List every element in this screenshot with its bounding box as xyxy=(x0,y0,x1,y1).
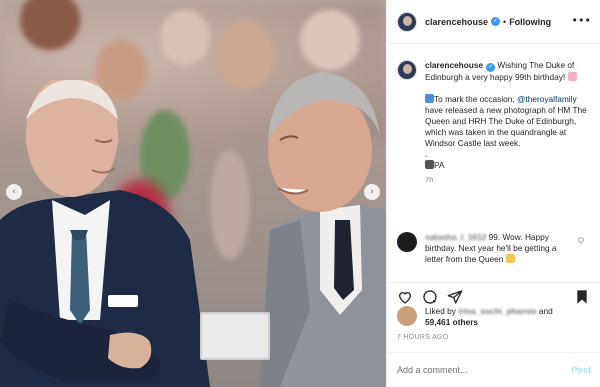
previous-photo-button[interactable]: ‹ xyxy=(6,184,22,200)
next-photo-button[interactable]: › xyxy=(364,184,380,200)
header-separator: • xyxy=(503,16,507,27)
caption-dot: . xyxy=(425,149,428,159)
party-emoji-icon xyxy=(505,254,515,263)
post-header: clarencehouse ✓ • Following ••• xyxy=(387,0,600,44)
caption-avatar[interactable] xyxy=(397,60,417,80)
photo-credit: PA xyxy=(434,160,445,170)
instagram-post: ‹ › clarencehouse ✓ • Following ••• clar… xyxy=(0,0,600,387)
commenter-avatar[interactable] xyxy=(397,232,417,252)
camera-emoji-icon xyxy=(425,94,434,103)
add-comment-input[interactable] xyxy=(397,365,547,375)
more-options-icon[interactable]: ••• xyxy=(572,14,591,27)
commenter-username[interactable]: natasha_l_1612 xyxy=(425,232,486,242)
caption-username[interactable]: clarencehouse xyxy=(425,60,483,70)
share-paper-plane-icon[interactable] xyxy=(447,289,465,307)
likes-middle: and xyxy=(536,306,553,316)
avatar[interactable] xyxy=(397,11,417,32)
like-comment-heart-icon[interactable] xyxy=(577,236,585,244)
post-caption: clarencehouse ✓ Wishing The Duke of Edinb… xyxy=(397,60,593,184)
liked-by-prefix: Liked by xyxy=(425,306,459,316)
person-right-illustration xyxy=(260,72,386,387)
caption-body-prefix: To mark the occasion, xyxy=(434,94,518,104)
liker-username[interactable]: irina_sochi_pharnie xyxy=(458,306,536,316)
caption-body-suffix: have released a new photograph of HM The… xyxy=(425,105,587,148)
post-timestamp: 7 HOURS AGO xyxy=(397,334,449,341)
likes-count[interactable]: 59,461 others xyxy=(425,317,478,327)
chevron-left-icon: ‹ xyxy=(12,187,16,197)
likes-summary: Liked by irina_sochi_pharnie and 59,461 … xyxy=(397,306,553,328)
bench xyxy=(200,312,270,360)
mention-link[interactable]: @theroyalfamily xyxy=(517,94,577,104)
save-bookmark-icon[interactable] xyxy=(575,289,593,307)
person-left-illustration xyxy=(0,80,210,387)
comment: natasha_l_1612 99. Wow. Happy birthday. … xyxy=(397,232,593,265)
post-photo[interactable]: ‹ › xyxy=(0,0,386,387)
add-comment-bar: Post xyxy=(387,352,600,387)
cake-emoji-icon xyxy=(567,72,577,81)
verified-badge-icon: ✓ xyxy=(491,17,501,26)
camera-emoji-icon xyxy=(425,160,434,169)
comment-bubble-icon[interactable] xyxy=(422,289,440,307)
post-sidebar: clarencehouse ✓ • Following ••• clarence… xyxy=(386,0,600,387)
like-heart-icon[interactable] xyxy=(397,289,415,307)
chevron-right-icon: › xyxy=(370,187,374,197)
header-username[interactable]: clarencehouse xyxy=(425,17,488,27)
post-comment-button[interactable]: Post xyxy=(571,365,591,375)
following-button[interactable]: Following xyxy=(509,17,551,27)
caption-time: 7h xyxy=(425,175,434,184)
verified-badge-icon: ✓ xyxy=(486,63,496,72)
liker-avatar[interactable] xyxy=(397,306,417,326)
